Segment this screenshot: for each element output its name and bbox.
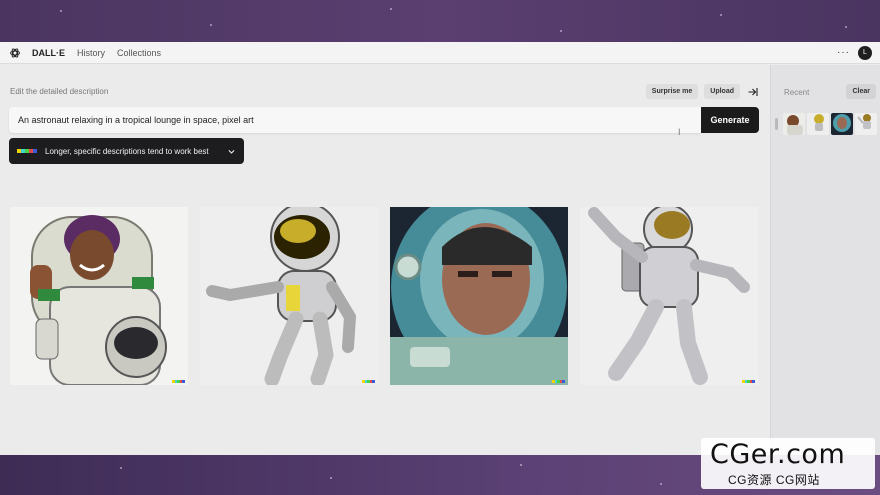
gallery-image-4[interactable] (580, 207, 758, 385)
main-panel: Edit the detailed description Surprise m… (0, 65, 770, 455)
recent-sidebar: Recent Clear (770, 65, 880, 455)
astronaut-woman-thumbs-up-image (10, 207, 188, 385)
recent-thumbnail-1[interactable] (783, 113, 805, 135)
top-navbar: DALL·E History Collections ··· L (0, 42, 880, 64)
generated-mark-icon (362, 380, 375, 383)
generated-mark-icon (172, 380, 185, 383)
edit-description-label: Edit the detailed description (10, 87, 109, 96)
image-gallery (10, 207, 760, 385)
generate-button[interactable]: Generate (701, 107, 759, 133)
nav-link-collections[interactable]: Collections (117, 48, 161, 58)
scroll-handle[interactable] (775, 118, 778, 130)
gallery-image-3[interactable] (390, 207, 568, 385)
tip-banner[interactable]: Longer, specific descriptions tend to wo… (9, 138, 244, 164)
gallery-image-1[interactable] (10, 207, 188, 385)
recent-label: Recent (784, 88, 810, 97)
prompt-input[interactable] (18, 115, 658, 125)
watermark-title: CGer.com (710, 439, 846, 470)
user-avatar[interactable]: L (858, 45, 872, 60)
openai-logo-icon[interactable] (8, 46, 22, 60)
recent-thumbnails (775, 113, 877, 135)
gallery-image-2[interactable] (200, 207, 378, 385)
recent-thumbnail-3[interactable] (831, 113, 853, 135)
text-cursor-icon: I (678, 127, 681, 137)
nav-link-history[interactable]: History (77, 48, 105, 58)
chevron-down-icon[interactable] (226, 146, 236, 156)
recent-thumbnail-4[interactable] (855, 113, 877, 135)
brand-title[interactable]: DALL·E (32, 48, 65, 58)
recent-thumbnail-2[interactable] (807, 113, 829, 135)
collapse-sidebar-icon[interactable] (746, 85, 760, 99)
prompt-input-wrapper (9, 107, 701, 133)
app-window: DALL·E History Collections ··· L Edit th… (0, 42, 880, 455)
background-top (0, 0, 880, 42)
watermark-subtitle: CG资源 CG网站 (728, 473, 820, 487)
clear-button[interactable]: Clear (846, 84, 876, 99)
surprise-me-button[interactable]: Surprise me (645, 84, 699, 99)
watermark-badge: CGer.com CG资源 CG网站 (701, 438, 875, 489)
more-options-icon[interactable]: ··· (837, 47, 850, 58)
generated-mark-icon (552, 380, 565, 383)
astronaut-pointing-image (580, 207, 758, 385)
tip-text: Longer, specific descriptions tend to wo… (45, 146, 209, 156)
upload-button[interactable]: Upload (704, 84, 740, 99)
rainbow-stripe-icon (17, 149, 37, 153)
cartoon-astronaut-gold-visor-image (200, 207, 378, 385)
generated-mark-icon (742, 380, 755, 383)
editor-toolbar: Surprise me Upload (645, 84, 760, 99)
nav-right: ··· L (837, 45, 872, 60)
astronaut-man-helmet-closeup-image (390, 207, 568, 385)
